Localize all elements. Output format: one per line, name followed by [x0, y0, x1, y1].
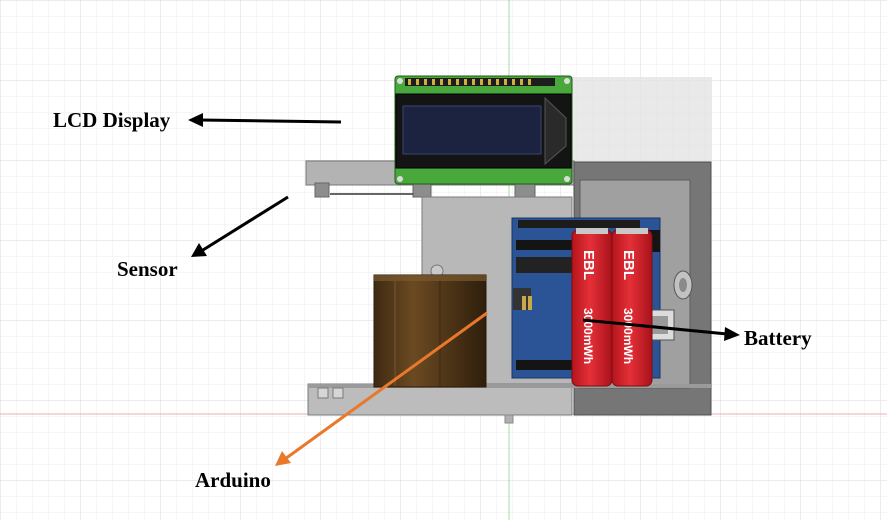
lcd-module	[394, 75, 573, 185]
battery-pack: EBL EBL 3000mWh 3000mWh	[571, 228, 653, 387]
label-lcd-display: LCD Display	[53, 108, 171, 132]
label-sensor: Sensor	[117, 257, 178, 281]
battery-capacity-print: 3000mWh	[581, 308, 595, 364]
label-arduino: Arduino	[195, 468, 271, 492]
battery-capacity-print-2: 3000mWh	[621, 308, 635, 364]
battery-brand-print-2: EBL	[620, 250, 637, 280]
diagram-canvas: EBL EBL 3000mWh 3000mWh LCD Display Sens…	[0, 0, 887, 520]
ghost-panel	[572, 77, 712, 162]
sample-container	[373, 274, 487, 388]
label-battery: Battery	[744, 326, 812, 350]
battery-brand-print: EBL	[580, 250, 597, 280]
